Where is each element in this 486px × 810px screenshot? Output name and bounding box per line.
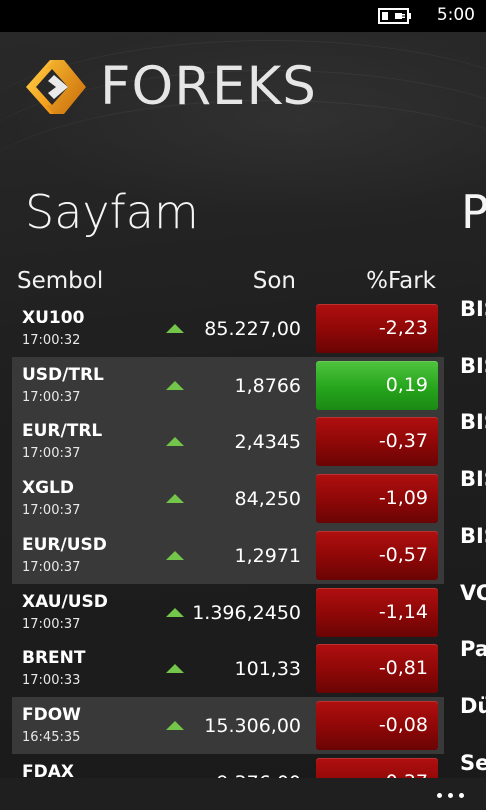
quote-symbol: XU100	[22, 308, 85, 328]
quote-symbol: XGLD	[22, 478, 75, 498]
quote-row[interactable]: FDOW 16:45:35 15.306,00 -0,08	[12, 697, 444, 754]
quote-time: 17:00:37	[22, 560, 81, 575]
column-header-last[interactable]: Son	[253, 267, 296, 295]
status-clock: 5:00	[436, 5, 475, 25]
quote-change-badge: 0,19	[316, 361, 438, 410]
quote-row[interactable]: XU100 17:00:32 85.227,00 -2,23	[12, 300, 444, 357]
trend-up-icon	[166, 381, 184, 390]
quote-row[interactable]: XAU/USD 17:00:37 1.396,2450 -1,14	[12, 584, 444, 641]
trend-up-icon	[166, 551, 184, 560]
quote-time: 17:00:37	[22, 446, 81, 461]
quote-change-badge: -0,37	[316, 417, 438, 466]
quote-time: 17:00:33	[22, 673, 81, 688]
quote-symbol: FDOW	[22, 705, 81, 725]
quote-row[interactable]: BRENT 17:00:33 101,33 -0,81	[12, 640, 444, 697]
trend-up-icon	[166, 437, 184, 446]
trend-up-icon	[166, 664, 184, 673]
next-page-item[interactable]: BIS	[460, 466, 486, 492]
quote-row[interactable]: EUR/TRL 17:00:37 2,4345 -0,37	[12, 413, 444, 470]
quote-row[interactable]: EUR/USD 17:00:37 1,2971 -0,57	[12, 527, 444, 584]
quote-last-price: 85.227,00	[204, 318, 301, 340]
quote-last-price: 1,2971	[234, 545, 301, 567]
ellipsis-dot	[459, 793, 464, 798]
battery-charging-icon	[378, 8, 411, 24]
column-header-symbol[interactable]: Sembol	[17, 267, 103, 295]
trend-up-icon	[166, 324, 184, 333]
quote-change-badge: -0,57	[316, 531, 438, 580]
quote-last-price: 1.396,2450	[192, 602, 301, 624]
trend-up-icon	[166, 608, 184, 617]
quote-change-badge: -1,14	[316, 588, 438, 637]
status-bar: 5:00	[0, 0, 486, 32]
next-page-item[interactable]: Pa	[460, 636, 486, 662]
next-page-item[interactable]: Se	[460, 750, 486, 776]
app-screen: 5:00 FOREKS Sayfam P Sembol Son %Fark XU…	[0, 0, 486, 810]
trend-up-icon	[166, 494, 184, 503]
column-header-change[interactable]: %Fark	[366, 267, 436, 295]
next-page-item[interactable]: BIS	[460, 353, 486, 379]
quote-last-price: 15.306,00	[204, 715, 301, 737]
page-title: Sayfam	[25, 185, 199, 239]
brand-wordmark: FOREKS	[100, 56, 317, 117]
next-page-item[interactable]: Dü	[460, 693, 486, 719]
next-page-item[interactable]: BIS	[460, 296, 486, 322]
quote-change-badge: -0,81	[316, 644, 438, 693]
quote-last-price: 101,33	[234, 658, 301, 680]
next-page-title[interactable]: P	[461, 184, 486, 240]
trend-up-icon	[166, 721, 184, 730]
quote-time: 17:00:37	[22, 503, 81, 518]
foreks-logo-icon	[26, 60, 86, 114]
quote-change-badge: -2,23	[316, 304, 438, 353]
quote-time: 17:00:37	[22, 617, 81, 632]
quote-last-price: 84,250	[234, 488, 301, 510]
quote-row[interactable]: XGLD 17:00:37 84,250 -1,09	[12, 470, 444, 527]
quote-change-badge: -0,08	[316, 701, 438, 750]
quote-time: 17:00:32	[22, 333, 81, 348]
next-page-item[interactable]: VO	[460, 580, 486, 606]
quote-symbol: EUR/TRL	[22, 421, 103, 441]
ellipsis-dot	[437, 793, 442, 798]
quote-change-badge: -1,09	[316, 474, 438, 523]
more-ellipsis-icon[interactable]	[433, 784, 469, 804]
quote-symbol: BRENT	[22, 648, 86, 668]
next-page-item[interactable]: BIS	[460, 523, 486, 549]
next-page-item[interactable]: BIS	[460, 409, 486, 435]
quote-last-price: 2,4345	[234, 431, 301, 453]
quote-symbol: EUR/USD	[22, 535, 107, 555]
quote-time: 16:45:35	[22, 730, 81, 745]
quote-symbol: XAU/USD	[22, 592, 108, 612]
quote-row[interactable]: USD/TRL 17:00:37 1,8766 0,19	[12, 357, 444, 414]
quote-last-price: 1,8766	[234, 375, 301, 397]
quote-symbol: USD/TRL	[22, 365, 104, 385]
ellipsis-dot	[448, 793, 453, 798]
quote-time: 17:00:37	[22, 390, 81, 405]
app-bar	[0, 778, 486, 810]
